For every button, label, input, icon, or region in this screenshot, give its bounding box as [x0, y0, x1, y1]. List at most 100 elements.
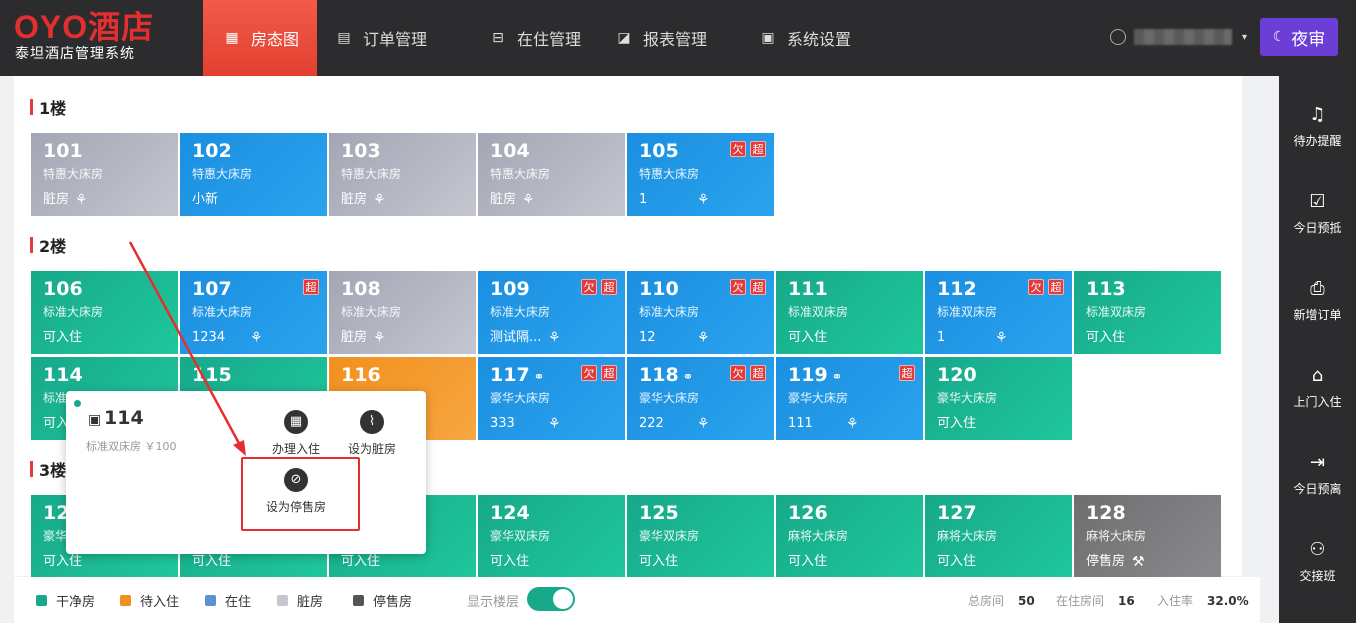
show-floors-toggle[interactable] — [527, 587, 575, 611]
room-card[interactable]: 118 ⚭ 豪华大床房 222 ⚘ 欠超 — [627, 357, 774, 440]
room-badges: 欠超 — [730, 141, 766, 157]
stat-occupancy-rate: 入住率 32.0% — [1157, 592, 1249, 609]
broom-icon: ⚘ — [697, 416, 710, 432]
user-name-blurred — [1134, 29, 1232, 45]
room-card[interactable]: 128 麻将大床房 停售房 ⚒ — [1074, 495, 1221, 578]
room-number: 124 — [490, 501, 530, 525]
room-status: 222 — [639, 416, 664, 431]
stat-total-rooms: 总房间 50 — [968, 592, 1035, 609]
sidebar-item-label: 上门入住 — [1293, 395, 1342, 409]
nav-label: 房态图 — [251, 30, 300, 49]
walk-in-icon: ⌂ — [1311, 365, 1324, 386]
room-card[interactable]: 101 特惠大床房 脏房 ⚘ — [31, 133, 178, 216]
legend-clean: 干净房 — [36, 591, 95, 610]
legend-swatch — [205, 595, 216, 606]
room-number: 125 — [639, 501, 679, 525]
room-number-text: 120 — [937, 364, 977, 386]
legend-swatch — [120, 595, 131, 606]
popup-room-number: 114 — [104, 407, 144, 429]
room-door-icon: ▣ — [88, 412, 102, 428]
room-number: 106 — [43, 277, 83, 301]
wrench-icon: ⚒ — [1132, 554, 1145, 570]
nav-item-settings[interactable]: ▣ 系统设置 — [725, 0, 869, 76]
room-card[interactable]: 119 ⚭ 豪华大床房 111 ⚘ 超 — [776, 357, 923, 440]
sidebar-item-todo[interactable]: ♫ 待办提醒 — [1279, 104, 1356, 149]
stat-occupied-rooms: 在住房间 16 — [1056, 592, 1135, 609]
room-type: 标准双床房 — [788, 305, 849, 319]
sidebar-item-arrivals[interactable]: ☑ 今日预抵 — [1279, 191, 1356, 236]
night-audit-button[interactable]: ☾ 夜审 — [1260, 18, 1338, 56]
room-card[interactable]: 103 特惠大床房 脏房 ⚘ — [329, 133, 476, 216]
room-card[interactable]: 108 标准大床房 脏房 ⚘ — [329, 271, 476, 354]
room-card[interactable]: 127 麻将大床房 可入住 — [925, 495, 1072, 578]
over-badge: 超 — [750, 279, 766, 295]
room-card[interactable]: 102 特惠大床房 小新 — [180, 133, 327, 216]
room-number: 105 — [639, 139, 679, 163]
room-badges: 欠超 — [730, 279, 766, 295]
owed-badge: 欠 — [581, 365, 597, 381]
logo[interactable]: OYO酒店 泰坦酒店管理系统 — [14, 10, 174, 70]
room-type: 标准双床房 — [1086, 305, 1147, 319]
owed-badge: 欠 — [1028, 279, 1044, 295]
set-dirty-button[interactable]: ⌇ 设为脏房 — [332, 410, 412, 457]
room-card[interactable]: 120 豪华大床房 可入住 — [925, 357, 1072, 440]
room-card[interactable]: 113 标准双床房 可入住 — [1074, 271, 1221, 354]
room-number-text: 112 — [937, 278, 977, 300]
room-card[interactable]: 125 豪华双床房 可入住 — [627, 495, 774, 578]
owed-badge: 欠 — [730, 279, 746, 295]
room-card[interactable]: 104 特惠大床房 脏房 ⚘ — [478, 133, 625, 216]
sidebar-item-label: 新增订单 — [1293, 308, 1342, 322]
broom-icon: ⌇ — [360, 410, 384, 434]
room-card[interactable]: 105 特惠大床房 1 ⚘ 欠超 — [627, 133, 774, 216]
nav-item-room-status[interactable]: ▦ 房态图 — [203, 0, 317, 76]
room-type: 特惠大床房 — [490, 167, 551, 181]
room-type: 特惠大床房 — [192, 167, 253, 181]
room-card[interactable]: 111 标准双床房 可入住 — [776, 271, 923, 354]
calendar-check-icon: ☑ — [1309, 191, 1326, 212]
room-card[interactable]: 106 标准大床房 可入住 — [31, 271, 178, 354]
room-card[interactable]: 124 豪华双床房 可入住 — [478, 495, 625, 578]
room-type: 豪华双床房 — [639, 529, 700, 543]
user-menu[interactable]: ▾ — [1110, 26, 1247, 48]
legend-swatch — [353, 595, 364, 606]
owed-badge: 欠 — [730, 141, 746, 157]
sidebar-item-walk-in[interactable]: ⌂ 上门入住 — [1279, 365, 1356, 410]
sidebar-item-shift[interactable]: ⚇ 交接班 — [1279, 539, 1356, 584]
stat-value: 32.0% — [1207, 594, 1249, 608]
bell-icon: ♫ — [1309, 104, 1326, 125]
sidebar-item-departures[interactable]: ⇥ 今日预离 — [1279, 452, 1356, 497]
room-card[interactable]: 107 标准大床房 1234 ⚘ 超 — [180, 271, 327, 354]
room-card[interactable]: 126 麻将大床房 可入住 — [776, 495, 923, 578]
legend-label: 脏房 — [297, 595, 324, 610]
room-type: 标准双床房 — [937, 305, 998, 319]
nav-item-orders[interactable]: ▤ 订单管理 — [317, 0, 445, 76]
popup-room-info: 标准双床房 ￥100 — [86, 440, 177, 453]
room-number-text: 128 — [1086, 502, 1126, 524]
room-number-text: 109 — [490, 278, 530, 300]
room-type: 标准大床房 — [43, 305, 104, 319]
room-card[interactable]: 109 标准大床房 测试隔... ⚘ 欠超 — [478, 271, 625, 354]
room-number-text: 102 — [192, 140, 232, 162]
room-card[interactable]: 110 标准大床房 12 ⚘ 欠超 — [627, 271, 774, 354]
room-number-text: 124 — [490, 502, 530, 524]
check-in-button[interactable]: ▦ 办理入住 — [256, 410, 336, 457]
legend-label: 停售房 — [373, 595, 413, 610]
room-number: 118 ⚭ — [639, 363, 694, 390]
room-number: 109 — [490, 277, 530, 301]
room-number: 102 — [192, 139, 232, 163]
room-number-text: 126 — [788, 502, 828, 524]
room-card[interactable]: 112 标准双床房 1 ⚘ 欠超 — [925, 271, 1072, 354]
room-status: 可入住 — [192, 554, 232, 569]
floor-title-1: 1楼 — [30, 95, 66, 119]
sidebar-item-new-order[interactable]: ⎙ 新增订单 — [1279, 278, 1356, 323]
room-type: 特惠大床房 — [43, 167, 104, 181]
room-type: 特惠大床房 — [639, 167, 700, 181]
room-card[interactable]: 117 ⚭ 豪华大床房 333 ⚘ 欠超 — [478, 357, 625, 440]
room-badges: 欠超 — [1028, 279, 1064, 295]
nav-item-reports[interactable]: ◪ 报表管理 — [599, 0, 725, 76]
nav-item-in-house[interactable]: ⊟ 在住管理 — [445, 0, 599, 76]
annotation-highlight-box — [241, 457, 360, 531]
room-type: 标准大床房 — [639, 305, 700, 319]
stat-label: 入住率 — [1157, 594, 1194, 608]
room-type: 标准大床房 — [192, 305, 253, 319]
